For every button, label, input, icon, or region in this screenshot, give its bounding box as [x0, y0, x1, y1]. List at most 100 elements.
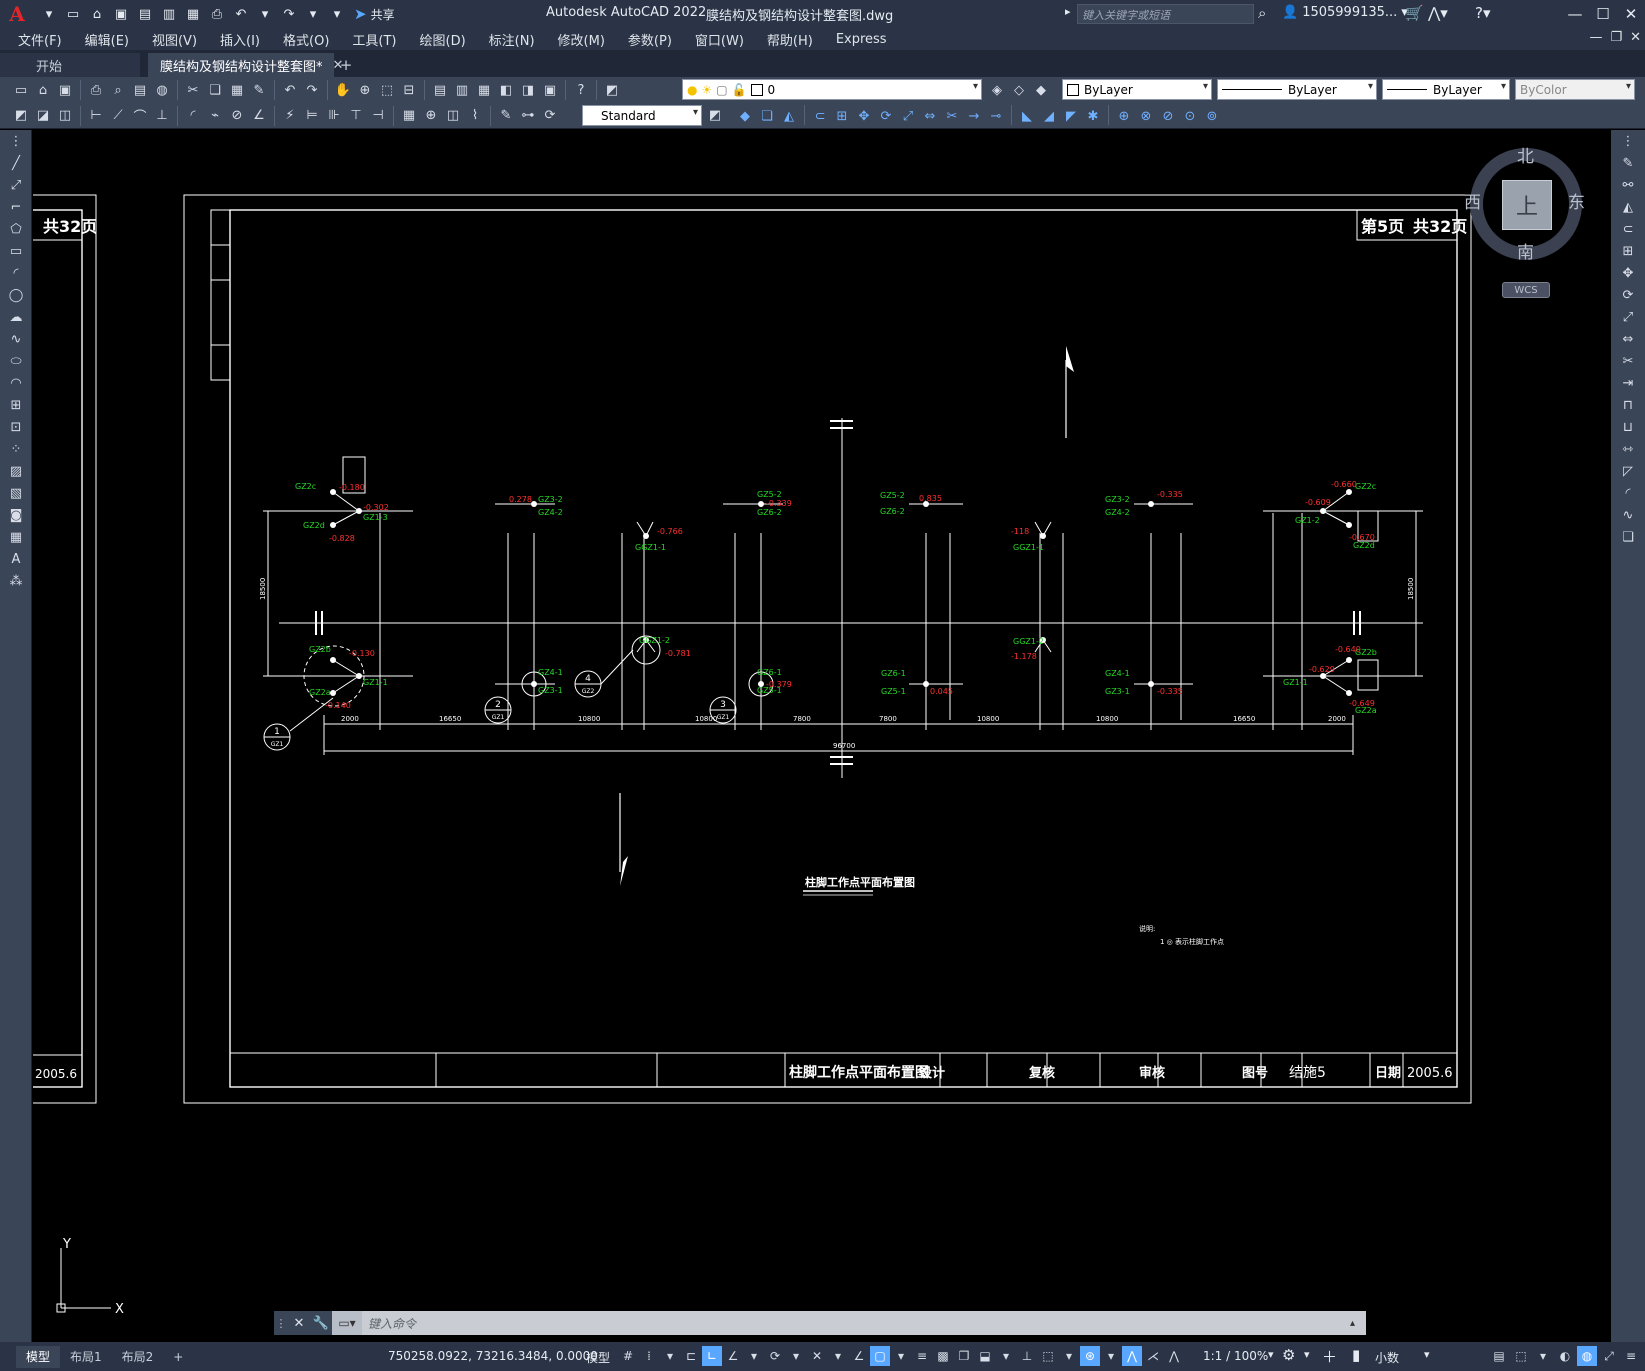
menu-insert[interactable]: 插入(I)	[220, 30, 260, 49]
user-account-menu[interactable]: 👤 1505999135... ▾	[1282, 5, 1408, 20]
layer-walk-icon[interactable]: ◫	[54, 105, 76, 127]
menu-modify[interactable]: 修改(M)	[558, 30, 605, 49]
cart-icon[interactable]: 🛒	[1405, 4, 1424, 22]
construction-line-icon[interactable]: ⤢	[0, 174, 32, 196]
menu-help[interactable]: 帮助(H)	[767, 30, 813, 49]
stretch-icon[interactable]: ⇔	[919, 105, 941, 127]
dim-text-edit-icon[interactable]: ⊶	[517, 105, 539, 127]
doc-close-icon[interactable]: ✕	[1630, 30, 1641, 45]
auto-scale-icon[interactable]: ⋌	[1143, 1346, 1163, 1366]
polar-dropdown-icon[interactable]: ▾	[744, 1346, 764, 1366]
region-icon[interactable]: ◙	[0, 504, 32, 526]
tab-layout2[interactable]: 布局2	[112, 1346, 164, 1368]
trim-icon[interactable]: ✂	[1611, 350, 1645, 372]
plot-icon[interactable]: ⎙	[85, 79, 107, 101]
command-input[interactable]: 键入命令	[362, 1315, 1350, 1332]
menu-edit[interactable]: 编辑(E)	[85, 30, 129, 49]
transparency-icon[interactable]: ▩	[933, 1346, 953, 1366]
wcs-menu-button[interactable]: WCS	[1502, 282, 1550, 298]
join-icon[interactable]: ⊕	[1113, 105, 1135, 127]
3d-print-icon[interactable]: ◍	[151, 79, 173, 101]
new-icon[interactable]: ▭	[62, 3, 84, 25]
move-icon[interactable]: ✥	[853, 105, 875, 127]
viewcube-south[interactable]: 南	[1517, 238, 1534, 263]
viewcube[interactable]: 北 南 东 西 上 WCS	[1464, 142, 1585, 302]
explode-icon[interactable]: ✱	[1082, 105, 1104, 127]
redo-dropdown-icon[interactable]: ▾	[302, 3, 324, 25]
revision-cloud-icon[interactable]: ☁	[0, 306, 32, 328]
linear-dim-icon[interactable]: ⊢	[85, 105, 107, 127]
annotation-visibility-icon[interactable]: ⋀	[1122, 1346, 1142, 1366]
viewcube-east[interactable]: 东	[1568, 188, 1585, 213]
mirror-icon[interactable]: ◭	[778, 105, 800, 127]
center-mark-icon[interactable]: ⊕	[420, 105, 442, 127]
extend-icon[interactable]: →	[963, 105, 985, 127]
properties-icon[interactable]: ▤	[429, 79, 451, 101]
layer-dropdown[interactable]: ● ☀ ▢ 🔓 0 ▾	[682, 79, 982, 100]
menu-express[interactable]: Express	[836, 32, 887, 47]
zoom-window-icon[interactable]: ⬚	[376, 79, 398, 101]
mirror-icon[interactable]: ◭	[1611, 196, 1645, 218]
selection-filter-icon[interactable]: ⬚	[1038, 1346, 1058, 1366]
selection-filter-dropdown-icon[interactable]: ▾	[1059, 1346, 1079, 1366]
offset-icon[interactable]: ⊂	[809, 105, 831, 127]
color-dropdown[interactable]: ByLayer ▾	[1062, 79, 1212, 100]
rotate-icon[interactable]: ⟳	[1611, 284, 1645, 306]
redo-icon[interactable]: ↷	[301, 79, 323, 101]
dim-break-icon[interactable]: ⊣	[367, 105, 389, 127]
menu-dimension[interactable]: 标注(N)	[489, 30, 535, 49]
fillet-icon[interactable]: ◜	[1611, 482, 1645, 504]
publish-icon[interactable]: ▤	[129, 79, 151, 101]
object-snap-icon[interactable]: ∠	[849, 1346, 869, 1366]
doc-minimize-icon[interactable]: —	[1589, 30, 1602, 45]
linetype-dropdown[interactable]: ByLayer ▾	[1217, 79, 1377, 100]
redo-icon[interactable]: ↷	[278, 3, 300, 25]
quick-dim-icon[interactable]: ⚡	[279, 105, 301, 127]
paste-icon[interactable]: ▦	[226, 79, 248, 101]
app-menu-arrow-icon[interactable]: ▾	[38, 3, 60, 25]
blend-icon[interactable]: ◤	[1060, 105, 1082, 127]
units-dropdown-icon[interactable]: ▾	[1424, 1348, 1430, 1361]
baseline-dim-icon[interactable]: ⊨	[301, 105, 323, 127]
dim-edit-icon[interactable]: ✎	[495, 105, 517, 127]
tool-palettes-icon[interactable]: ▦	[473, 79, 495, 101]
jogged-linear-icon[interactable]: ⌇	[464, 105, 486, 127]
erase-icon[interactable]: ✎	[1611, 152, 1645, 174]
zoom-previous-icon[interactable]: ⊟	[398, 79, 420, 101]
menu-draw[interactable]: 绘图(D)	[420, 30, 466, 49]
ordinate-dim-icon[interactable]: ⊥	[151, 105, 173, 127]
layer-match-icon[interactable]: ◩	[10, 105, 32, 127]
rotate-icon[interactable]: ⟳	[875, 105, 897, 127]
chamfer-icon[interactable]: ◸	[1611, 460, 1645, 482]
grid-icon[interactable]: #	[618, 1346, 638, 1366]
coordinates-readout[interactable]: 750258.0922, 73216.3484, 0.0000	[388, 1349, 598, 1363]
2d-object-snap-icon[interactable]: ▢	[870, 1346, 890, 1366]
object-snap-tracking-icon[interactable]: ✕	[807, 1346, 827, 1366]
menu-parametric[interactable]: 参数(P)	[628, 30, 672, 49]
dynamic-input-icon[interactable]: ⊏	[681, 1346, 701, 1366]
close-icon[interactable]: ✕	[1617, 0, 1645, 28]
search-input[interactable]: 键入关键字或短语	[1077, 4, 1254, 24]
customization-icon[interactable]: ≡	[1621, 1346, 1641, 1366]
tab-start[interactable]: 开始	[0, 53, 140, 77]
new-tab-button[interactable]: +	[334, 53, 358, 77]
drawing-canvas[interactable]: 共32页 2005.6 第5页 共32页 柱脚工作点平面布置图 设计 复核 审核…	[33, 130, 1611, 1342]
autocad-logo-icon[interactable]: A	[0, 0, 34, 28]
workspace-dropdown-icon[interactable]: ▾	[1304, 1348, 1310, 1361]
isodraft-icon[interactable]: ⟳	[765, 1346, 785, 1366]
units-icon[interactable]: ▮	[1352, 1346, 1360, 1364]
make-current-layer-icon[interactable]: ◈	[986, 79, 1008, 101]
grip-handle-icon[interactable]: ⋮	[274, 1311, 288, 1335]
break-point-icon[interactable]: ⊓	[1611, 394, 1645, 416]
angular-dim-icon[interactable]: ∠	[248, 105, 270, 127]
extend-icon[interactable]: ⇥	[1611, 372, 1645, 394]
undo-icon[interactable]: ↶	[230, 3, 252, 25]
radius-dim-icon[interactable]: ◜	[182, 105, 204, 127]
tab-layout1[interactable]: 布局1	[60, 1346, 112, 1368]
open-web-icon[interactable]: ▥	[158, 3, 180, 25]
viewcube-north[interactable]: 北	[1517, 142, 1534, 167]
help-icon[interactable]: ?▾	[1475, 4, 1491, 22]
maximize-icon[interactable]: ☐	[1589, 0, 1617, 28]
dimstyle-dropdown[interactable]: Standard ▾	[582, 105, 702, 126]
cut-icon[interactable]: ✂	[182, 79, 204, 101]
